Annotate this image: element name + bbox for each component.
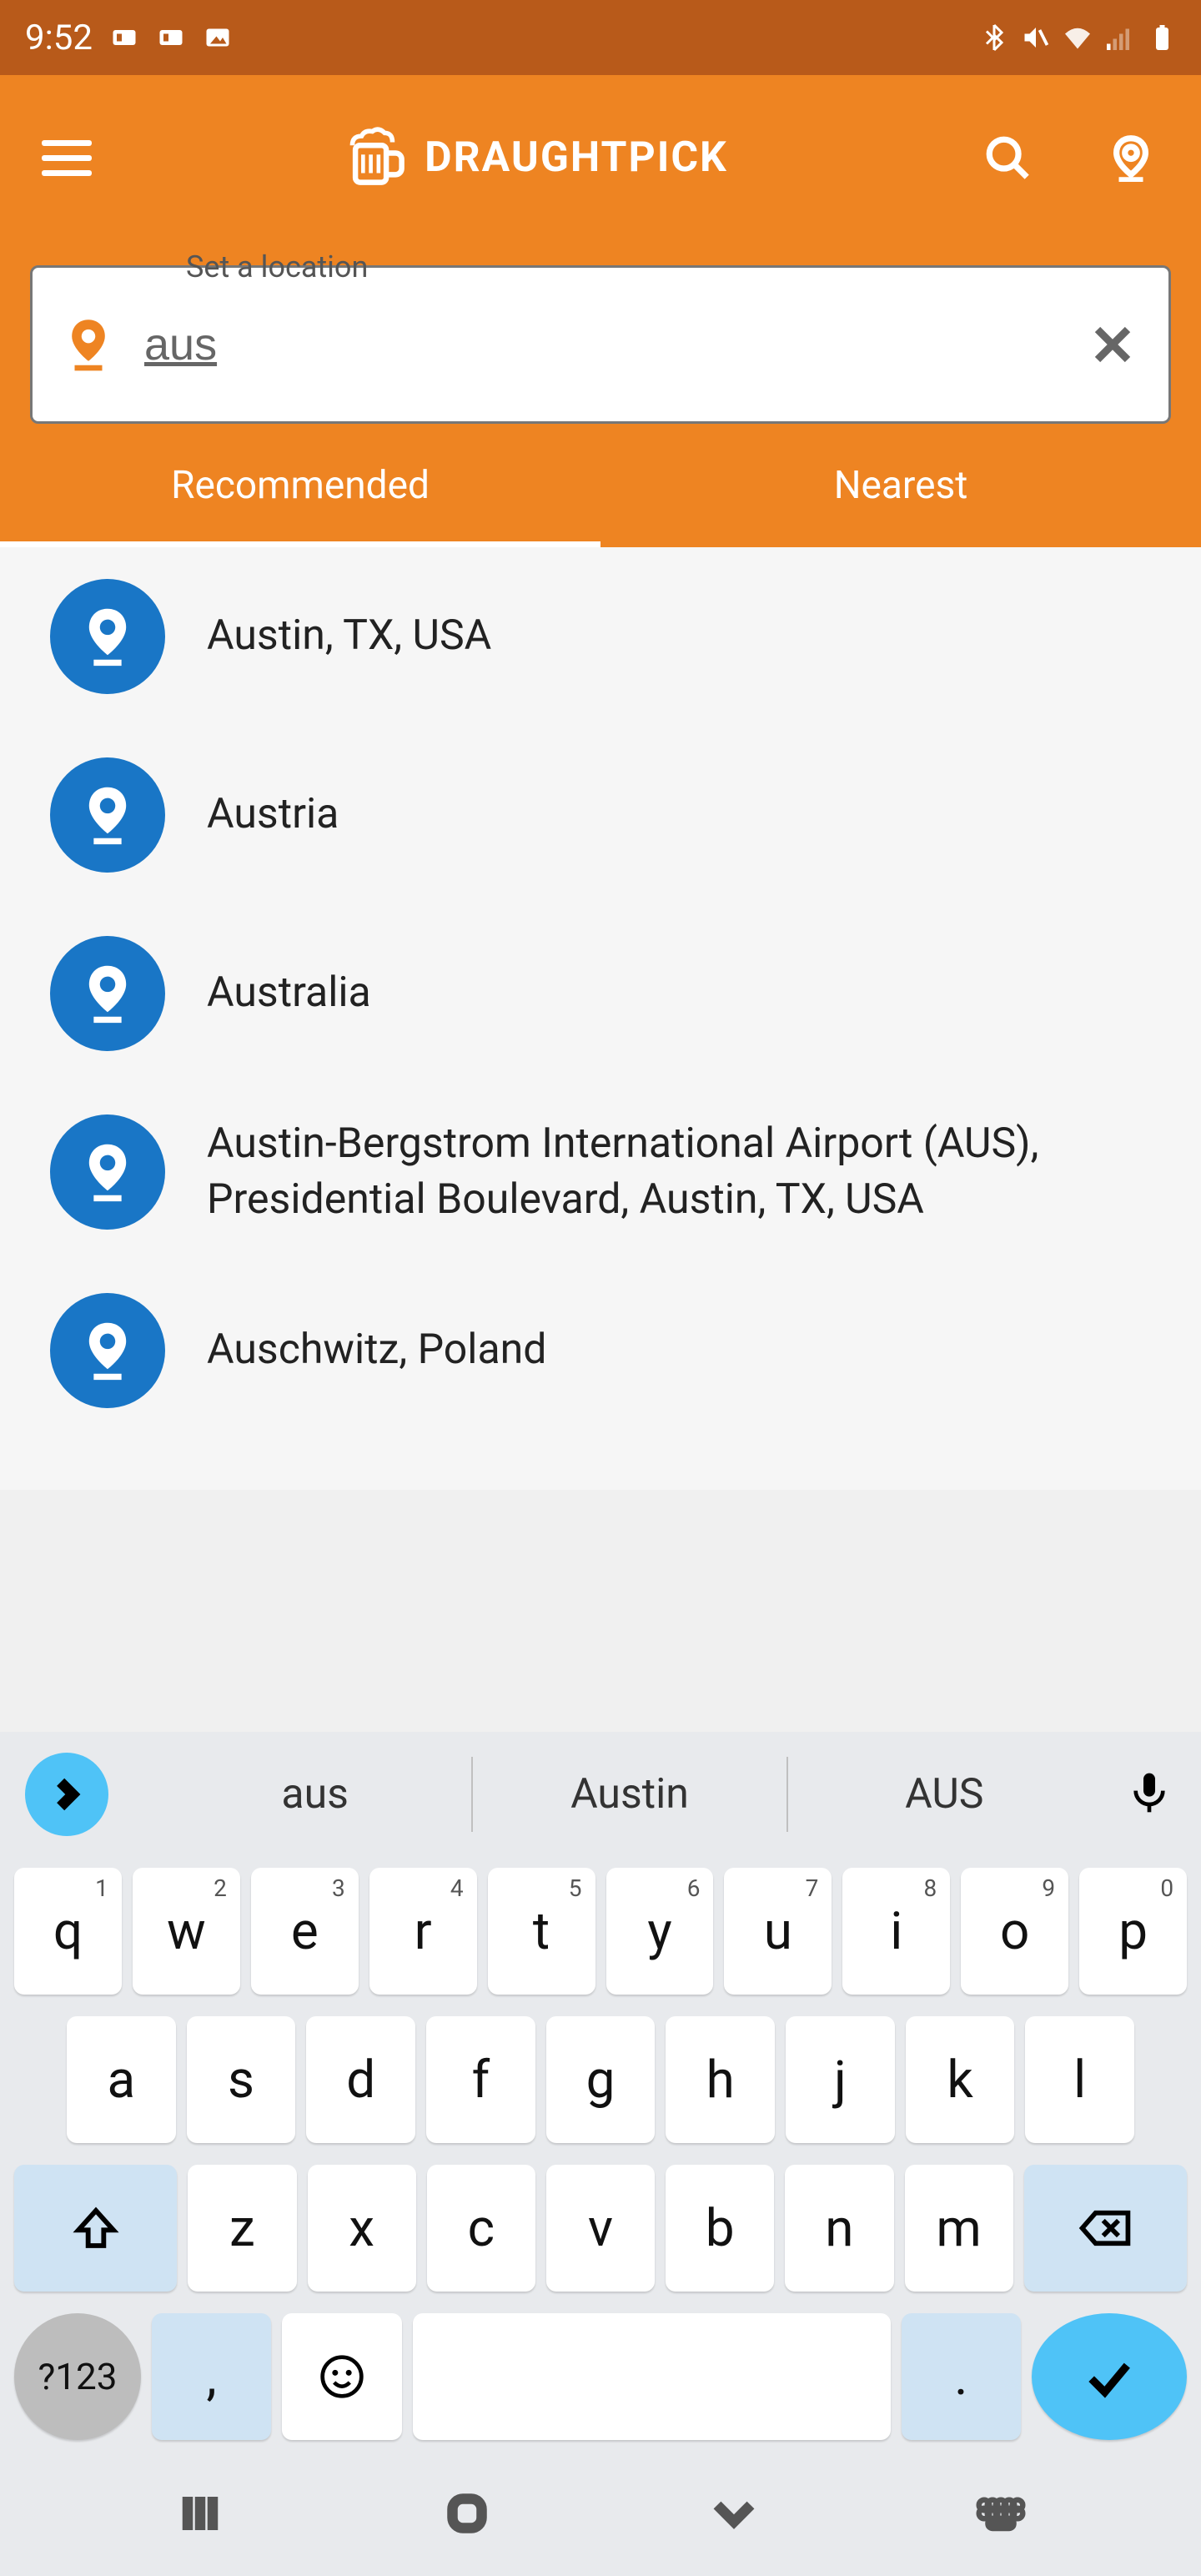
search-section: Set a location [0,240,1201,424]
tab-nearest[interactable]: Nearest [600,424,1201,547]
keyboard: aus Austin AUS q1w2e3r4t5y6u7i8o9p0 asdf… [0,1732,1201,2576]
suggestion-label: Austin, TX, USA [207,608,491,665]
candidate-3[interactable]: AUS [786,1757,1101,1832]
menu-button[interactable] [42,131,95,184]
nav-home[interactable] [438,2484,496,2543]
key-u[interactable]: u7 [724,1868,832,1995]
location-button[interactable] [1103,129,1159,186]
key-w[interactable]: w2 [133,1868,240,1995]
suggestion-label: Austria [207,787,339,843]
search-button[interactable] [979,129,1036,186]
key-backspace[interactable] [1024,2165,1187,2292]
key-period[interactable]: . [902,2313,1021,2440]
key-enter[interactable] [1032,2313,1187,2440]
pin-icon [50,757,165,873]
key-symbols[interactable]: ?123 [14,2313,141,2440]
app-header: DRAUGHTPICK [0,75,1201,240]
notif-icon-2 [156,23,186,53]
suggestion-item[interactable]: Austria [0,726,1201,904]
suggestion-item[interactable]: Auschwitz, Poland [0,1261,1201,1440]
key-o[interactable]: o9 [961,1868,1068,1995]
key-y[interactable]: y6 [606,1868,714,1995]
key-k[interactable]: k [906,2016,1015,2143]
key-row-4: ?123 , . [0,2302,1201,2451]
pin-icon [50,1114,165,1230]
key-comma[interactable]: , [152,2313,271,2440]
bluetooth-icon [979,23,1009,53]
key-p[interactable]: p0 [1079,1868,1187,1995]
status-clock: 9:52 [25,18,93,58]
key-c[interactable]: c [427,2165,535,2292]
suggestion-item[interactable]: Australia [0,904,1201,1083]
beer-logo-icon [346,127,408,189]
key-shift[interactable] [14,2165,177,2292]
wifi-icon [1063,23,1093,53]
nav-recents[interactable] [171,2484,229,2543]
candidate-row: aus Austin AUS [0,1732,1201,1857]
key-g[interactable]: g [546,2016,656,2143]
suggestion-label: Auschwitz, Poland [207,1322,546,1379]
nav-back[interactable] [705,2484,763,2543]
notif-icon-1 [109,23,139,53]
key-n[interactable]: n [785,2165,893,2292]
location-input[interactable] [144,319,1057,370]
mic-button[interactable] [1126,1769,1176,1819]
battery-icon [1146,23,1176,53]
nav-keyboard-switcher[interactable] [972,2484,1030,2543]
key-j[interactable]: j [786,2016,895,2143]
key-m[interactable]: m [905,2165,1013,2292]
key-t[interactable]: t5 [488,1868,595,1995]
suggestion-list: Austin, TX, USA Austria Australia A [0,547,1201,1490]
suggestion-item[interactable]: Austin, TX, USA [0,547,1201,726]
suggestion-label: Australia [207,965,371,1022]
system-navbar [0,2451,1201,2576]
key-r[interactable]: r4 [369,1868,477,1995]
key-e[interactable]: e3 [251,1868,359,1995]
key-z[interactable]: z [188,2165,296,2292]
key-v[interactable]: v [546,2165,655,2292]
candidate-1[interactable]: aus [158,1757,471,1832]
gallery-icon [203,23,233,53]
signal-icon [1104,23,1134,53]
key-s[interactable]: s [187,2016,296,2143]
field-label: Set a location [174,249,379,284]
location-field[interactable]: Set a location [30,265,1171,424]
mute-icon [1021,23,1051,53]
key-row-3: zxcvbnm [0,2154,1201,2302]
tab-recommended[interactable]: Recommended [0,424,600,547]
pin-icon [50,579,165,694]
key-d[interactable]: d [306,2016,415,2143]
suggestion-label: Austin-Bergstrom International Airport (… [207,1116,1151,1229]
key-a[interactable]: a [67,2016,176,2143]
key-row-1: q1w2e3r4t5y6u7i8o9p0 [0,1857,1201,2005]
expand-candidates-button[interactable] [25,1753,108,1836]
key-space[interactable] [413,2313,891,2440]
key-l[interactable]: l [1025,2016,1134,2143]
pin-icon [66,317,111,372]
pin-icon [50,936,165,1051]
app-brand: DRAUGHTPICK [128,127,946,189]
candidate-2[interactable]: Austin [471,1757,786,1832]
key-q[interactable]: q1 [14,1868,122,1995]
key-b[interactable]: b [666,2165,774,2292]
key-h[interactable]: h [666,2016,775,2143]
key-f[interactable]: f [426,2016,535,2143]
tabs: Recommended Nearest [0,424,1201,547]
status-bar: 9:52 [0,0,1201,75]
key-i[interactable]: i8 [842,1868,950,1995]
brand-title: DRAUGHTPICK [425,133,728,182]
key-emoji[interactable] [282,2313,401,2440]
clear-icon[interactable] [1090,322,1135,367]
key-x[interactable]: x [308,2165,416,2292]
key-row-2: asdfghjkl [0,2005,1201,2154]
suggestion-item[interactable]: Austin-Bergstrom International Airport (… [0,1083,1201,1261]
pin-icon [50,1293,165,1408]
